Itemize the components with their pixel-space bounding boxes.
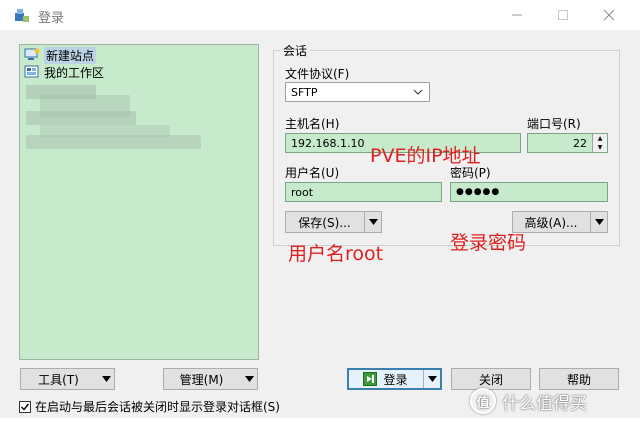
port-label: 端口号(R)	[527, 117, 581, 131]
maximize-button[interactable]	[540, 0, 586, 30]
login-button[interactable]: 登录	[347, 368, 442, 390]
minimize-icon	[512, 14, 522, 16]
show-login-checkbox[interactable]	[19, 400, 31, 413]
protocol-select[interactable]: SFTP	[285, 82, 430, 102]
maximize-icon	[558, 10, 568, 20]
password-masked-value: ●●●●●	[456, 187, 501, 197]
protocol-label: 文件协议(F)	[285, 67, 350, 81]
close-icon	[603, 9, 615, 21]
new-site-icon	[24, 48, 40, 62]
caret-down-icon	[427, 376, 437, 382]
caret-down-icon	[244, 376, 254, 382]
host-label: 主机名(H)	[285, 117, 340, 131]
help-button[interactable]: 帮助	[539, 368, 619, 390]
tools-button[interactable]: 工具(T)	[20, 368, 115, 390]
login-dialog: 登录 新建站点 我的工作区 会话 文件协议(F) SFTP 主机名(H) 192…	[0, 0, 640, 430]
watermark-logo: 值	[470, 388, 496, 414]
bottom-strip	[0, 418, 640, 430]
advanced-button[interactable]: 高级(A)...	[512, 211, 608, 233]
advanced-button-label: 高级(A)...	[524, 215, 578, 230]
winscp-login-icon	[14, 7, 30, 23]
manage-dropdown-arrow[interactable]	[241, 369, 257, 389]
manage-button-label: 管理(M)	[179, 372, 224, 387]
spin-down-icon[interactable]: ▼	[593, 143, 607, 152]
login-button-label: 登录	[383, 372, 408, 387]
tools-button-label: 工具(T)	[38, 372, 79, 387]
title-bar: 登录	[0, 0, 640, 30]
tree-item-workspace[interactable]: 我的工作区	[24, 64, 104, 80]
show-login-checkbox-label: 在启动与最后会话被关闭时显示登录对话框(S)	[35, 400, 280, 414]
obscured-tree-entry	[26, 135, 201, 149]
advanced-dropdown-arrow[interactable]	[590, 212, 607, 232]
password-input[interactable]: ●●●●●	[450, 182, 608, 202]
caret-down-icon	[101, 376, 111, 382]
user-label: 用户名(U)	[285, 166, 340, 180]
save-dropdown-arrow[interactable]	[364, 212, 381, 232]
chevron-down-icon	[413, 89, 423, 95]
tools-dropdown-arrow[interactable]	[98, 369, 114, 389]
close-button[interactable]: 关闭	[451, 368, 531, 390]
tree-item-new-site[interactable]: 新建站点	[24, 46, 97, 64]
minimize-button[interactable]	[494, 0, 540, 30]
obscured-tree-entry	[26, 111, 136, 125]
username-annotation: 用户名root	[288, 243, 384, 265]
save-button[interactable]: 保存(S)...	[285, 211, 382, 233]
session-group-label: 会话	[280, 42, 311, 59]
password-annotation: 登录密码	[450, 232, 527, 254]
checkmark-icon	[21, 403, 30, 411]
login-dropdown-arrow[interactable]	[423, 370, 440, 388]
watermark: 值 什么值得买	[470, 388, 587, 414]
manage-button[interactable]: 管理(M)	[163, 368, 258, 390]
close-button-label: 关闭	[478, 372, 503, 387]
show-login-checkbox-row[interactable]: 在启动与最后会话被关闭时显示登录对话框(S)	[19, 398, 280, 415]
save-button-label: 保存(S)...	[298, 215, 351, 230]
port-spin-arrows[interactable]: ▲ ▼	[592, 134, 607, 152]
port-stepper[interactable]: 22 ▲ ▼	[527, 133, 608, 153]
tree-item-label: 新建站点	[44, 46, 97, 64]
help-button-label: 帮助	[566, 372, 591, 387]
site-tree[interactable]: 新建站点 我的工作区	[19, 44, 259, 360]
close-window-button[interactable]	[586, 0, 632, 30]
protocol-value: SFTP	[291, 85, 318, 99]
port-value: 22	[573, 137, 587, 150]
window-title: 登录	[38, 11, 65, 26]
tree-item-label: 我的工作区	[44, 65, 105, 80]
caret-down-icon	[368, 219, 378, 225]
workspace-icon	[24, 65, 40, 79]
username-input[interactable]	[285, 182, 442, 202]
watermark-text: 什么值得买	[502, 393, 587, 414]
login-icon	[363, 372, 378, 386]
host-annotation: PVE的IP地址	[370, 145, 481, 167]
spin-up-icon[interactable]: ▲	[593, 134, 607, 143]
caret-down-icon	[594, 219, 604, 225]
